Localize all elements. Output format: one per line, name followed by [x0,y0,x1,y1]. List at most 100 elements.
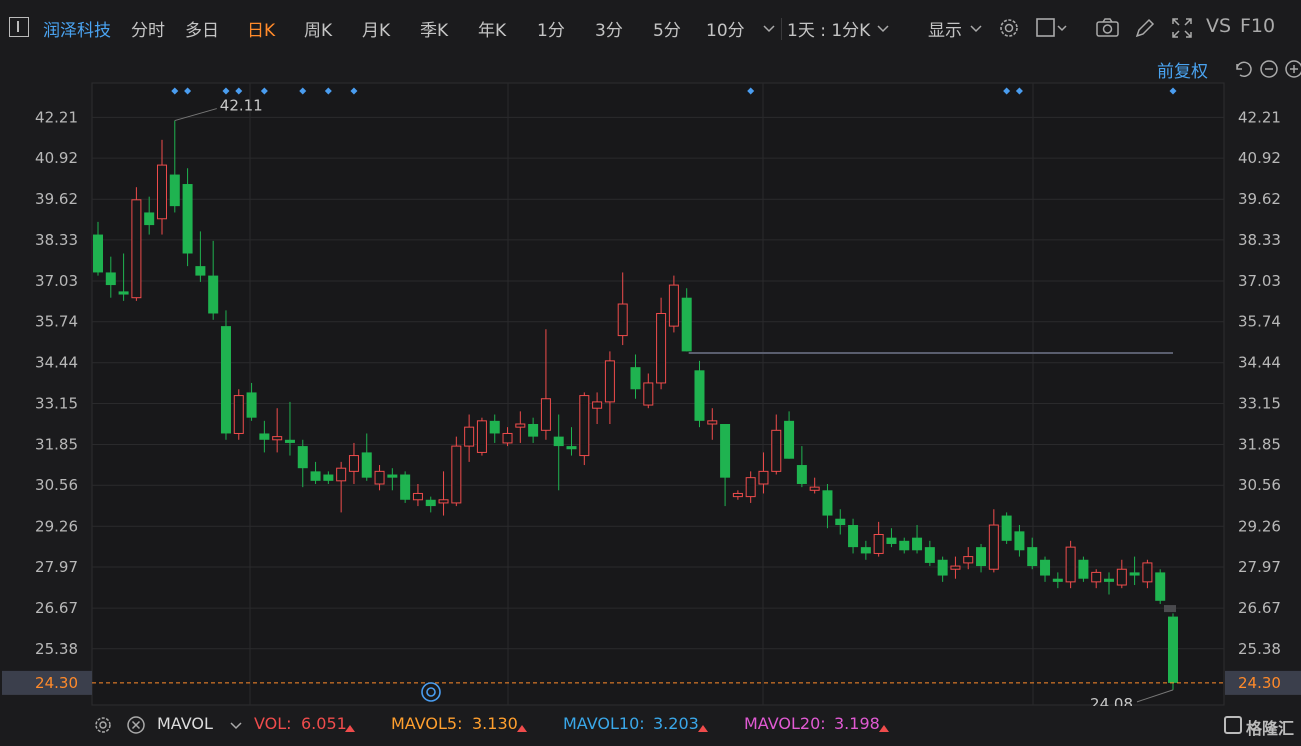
chevron-down-icon[interactable] [226,715,246,739]
undo-icon[interactable] [1231,58,1253,84]
candle-body-up [374,470,385,485]
candle-body-up [604,360,615,403]
candle-body-up [656,312,667,384]
chevron-down-icon[interactable] [873,16,897,40]
mavol5-value: 3.130 [472,714,518,733]
candle-body-up [643,382,654,406]
chevron-down-icon[interactable] [966,16,990,40]
indicator-name[interactable]: MAVOL [157,714,213,733]
candle-body-up [745,477,756,498]
candle-body-up [617,303,628,337]
gear-icon[interactable] [92,714,114,740]
candle-body-up [540,398,551,431]
adjust-mode-button[interactable]: 前复权 [1157,57,1208,82]
candle-body-up [1065,546,1076,583]
watermark-text: 格隆汇 [1246,719,1295,738]
interval-select[interactable]: 1天 : 1分K [787,16,870,41]
tab-monthly-k[interactable]: 月K [362,16,390,41]
zoom-out-icon[interactable] [1258,58,1280,84]
candle-body-up [476,420,487,453]
candle-body-down [387,474,398,478]
low-price-label: 24.08 [1090,695,1133,706]
y-tick-label-right: 37.03 [1238,272,1281,290]
display-menu[interactable]: 显示 [928,16,962,41]
tab-3min[interactable]: 3分 [595,16,623,41]
candle-body-down [220,326,231,434]
camera-icon[interactable] [1095,16,1119,40]
chart-toolbar: 润泽科技 分时 多日 日K 周K 月K 季K 年K 1分 3分 5分 10分 1… [0,0,1301,58]
candle-body-down [1078,559,1089,579]
candle-body-down [784,420,795,459]
candle-body-up [502,432,513,444]
mavol5-label: MAVOL5: [391,714,463,733]
candle-body-up [438,499,449,504]
candle-body-down [694,370,705,421]
y-tick-label-left: 37.03 [35,272,78,290]
y-tick-label-right: 25.38 [1238,640,1281,658]
gap-marker [1164,605,1176,613]
candle-body-down [182,184,193,254]
candle-body-down [259,433,270,440]
menu-icon[interactable] [9,17,29,37]
candle-body-down [246,392,257,418]
toolbar-divider [781,18,782,40]
y-tick-label-right: 31.85 [1238,436,1281,454]
compare-button[interactable]: VS [1206,15,1231,37]
y-tick-label-left: 39.62 [35,190,78,208]
candle-body-up [233,395,244,434]
f10-button[interactable]: F10 [1240,15,1275,37]
tab-daily-k[interactable]: 日K [247,16,275,41]
candle-body-up [1142,562,1153,583]
tab-yearly-k[interactable]: 年K [478,16,506,41]
candle-body-down [1129,572,1140,576]
tab-quarterly-k[interactable]: 季K [420,16,448,41]
tab-multi-day[interactable]: 多日 [185,16,219,41]
y-tick-label-right: 26.67 [1238,599,1281,617]
chart-grid [91,82,1225,706]
vol-value: 6.051 [301,714,347,733]
candle-body-up [950,565,961,570]
tab-10min[interactable]: 10分 [706,16,745,41]
candle-body-up [771,429,782,472]
candle-body-down [489,420,500,434]
candle-body-up [156,164,167,220]
chevron-down-icon[interactable] [759,16,783,40]
y-tick-label-right: 34.44 [1238,354,1281,372]
volume-indicator-bar: MAVOL VOL: 6.051 MAVOL5: 3.130 MAVOL10: … [0,706,1301,746]
candle-body-down [425,499,436,507]
chart-style-icon[interactable] [1035,16,1067,40]
candle-body-down [1155,572,1166,601]
candle-body-down [899,540,910,551]
y-tick-label-right: 40.92 [1238,149,1281,167]
watermark-logo: 格隆汇 [1224,715,1296,739]
candle-body-down [284,439,295,443]
y-tick-label-left: 42.21 [35,108,78,126]
up-arrow-icon [878,719,890,738]
zoom-in-icon[interactable] [1283,58,1301,84]
candle-body-down [886,537,897,544]
tab-weekly-k[interactable]: 周K [304,16,332,41]
tab-1min[interactable]: 1分 [537,16,565,41]
y-tick-label-right: 29.26 [1238,517,1281,535]
candle-body-down [822,490,833,516]
gear-icon[interactable] [997,16,1021,40]
tab-intraday[interactable]: 分时 [131,16,165,41]
candle-body-up [668,284,679,327]
mavol10-value: 3.203 [653,714,699,733]
candle-body-down [93,234,103,273]
candle-body-down [835,518,846,526]
candle-body-down [912,537,923,551]
tab-5min[interactable]: 5分 [653,16,681,41]
candle-body-up [592,401,603,409]
pencil-icon[interactable] [1133,16,1157,40]
stock-name[interactable]: 润泽科技 [43,16,111,41]
y-tick-label-left: 25.38 [35,640,78,658]
candle-body-down [566,446,577,450]
mavol20-value: 3.198 [834,714,880,733]
close-icon[interactable] [125,714,147,740]
kline-chart[interactable]: 42.21 42.21 40.92 40.92 39.62 39.62 38.33 38.33… [0,58,1301,706]
y-tick-label-left: 29.26 [35,517,78,535]
y-tick-label-right: 33.15 [1238,394,1281,412]
fullscreen-icon[interactable] [1170,16,1194,40]
candle-body-down [310,471,321,481]
